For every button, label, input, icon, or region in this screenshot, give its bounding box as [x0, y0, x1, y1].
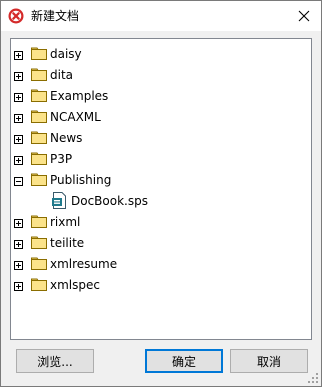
close-button[interactable] — [287, 1, 321, 31]
tree-item-label: P3P — [50, 152, 73, 166]
tree-folder-news[interactable]: News — [11, 128, 301, 148]
title-bar[interactable]: 新建文档 — [1, 1, 321, 31]
expand-icon[interactable] — [14, 280, 23, 291]
tree-folder-rixml[interactable]: rixml — [11, 212, 301, 232]
resize-grip-icon[interactable] — [307, 372, 319, 384]
folder-icon — [31, 236, 47, 249]
expand-icon[interactable] — [14, 133, 23, 144]
altova-x-icon — [8, 8, 24, 24]
tree-item-label: xmlresume — [50, 257, 118, 271]
tree-folder-daisy[interactable]: daisy — [11, 44, 301, 64]
new-document-dialog: 新建文档 daisy dita Examples NCAXML News P3P Publi… — [0, 0, 322, 387]
folder-icon — [31, 278, 47, 291]
expand-icon[interactable] — [14, 70, 23, 81]
expand-icon[interactable] — [14, 238, 23, 249]
tree-item-label: daisy — [50, 47, 82, 61]
folder-icon — [31, 215, 47, 228]
tree-item-label: Examples — [50, 89, 109, 103]
tree-item-label: teilite — [50, 236, 85, 250]
ok-button[interactable]: 确定 — [145, 349, 223, 373]
folder-icon — [31, 152, 47, 165]
folder-icon — [31, 131, 47, 144]
folder-icon — [31, 173, 47, 186]
expand-icon[interactable] — [14, 49, 23, 60]
folder-icon — [31, 110, 47, 123]
tree-item-label: Publishing — [50, 173, 112, 187]
tree-item-label: News — [50, 131, 83, 145]
tree-folder-examples[interactable]: Examples — [11, 86, 301, 106]
folder-icon — [31, 89, 47, 102]
expand-icon[interactable] — [14, 217, 23, 228]
tree-folder-teilite[interactable]: teilite — [11, 233, 301, 253]
tree-folder-publishing[interactable]: Publishing — [11, 170, 301, 190]
tree-item-label: xmlspec — [50, 278, 100, 292]
folder-icon — [31, 47, 47, 60]
collapse-icon[interactable] — [14, 175, 23, 186]
tree-file-docbook[interactable]: DocBook.sps — [11, 191, 301, 211]
tree-item-label: dita — [50, 68, 74, 82]
tree-folder-p3p[interactable]: P3P — [11, 149, 301, 169]
expand-icon[interactable] — [14, 112, 23, 123]
expand-icon[interactable] — [14, 154, 23, 165]
window-title: 新建文档 — [31, 9, 80, 23]
sps-file-icon — [51, 192, 68, 209]
template-tree[interactable]: daisy dita Examples NCAXML News P3P Publishing… — [10, 38, 312, 340]
tree-folder-dita[interactable]: dita — [11, 65, 301, 85]
expand-icon[interactable] — [14, 91, 23, 102]
folder-icon — [31, 68, 47, 81]
close-icon — [298, 10, 310, 22]
folder-icon — [31, 257, 47, 270]
tree-item-label: NCAXML — [50, 110, 101, 124]
tree-item-label: rixml — [50, 215, 81, 229]
expand-icon[interactable] — [14, 259, 23, 270]
cancel-button[interactable]: 取消 — [230, 349, 308, 373]
tree-folder-xmlspec[interactable]: xmlspec — [11, 275, 301, 295]
tree-item-label: DocBook.sps — [71, 194, 148, 208]
tree-folder-xmlresume[interactable]: xmlresume — [11, 254, 301, 274]
tree-folder-ncaxml[interactable]: NCAXML — [11, 107, 301, 127]
browse-button[interactable]: 浏览... — [16, 349, 94, 373]
